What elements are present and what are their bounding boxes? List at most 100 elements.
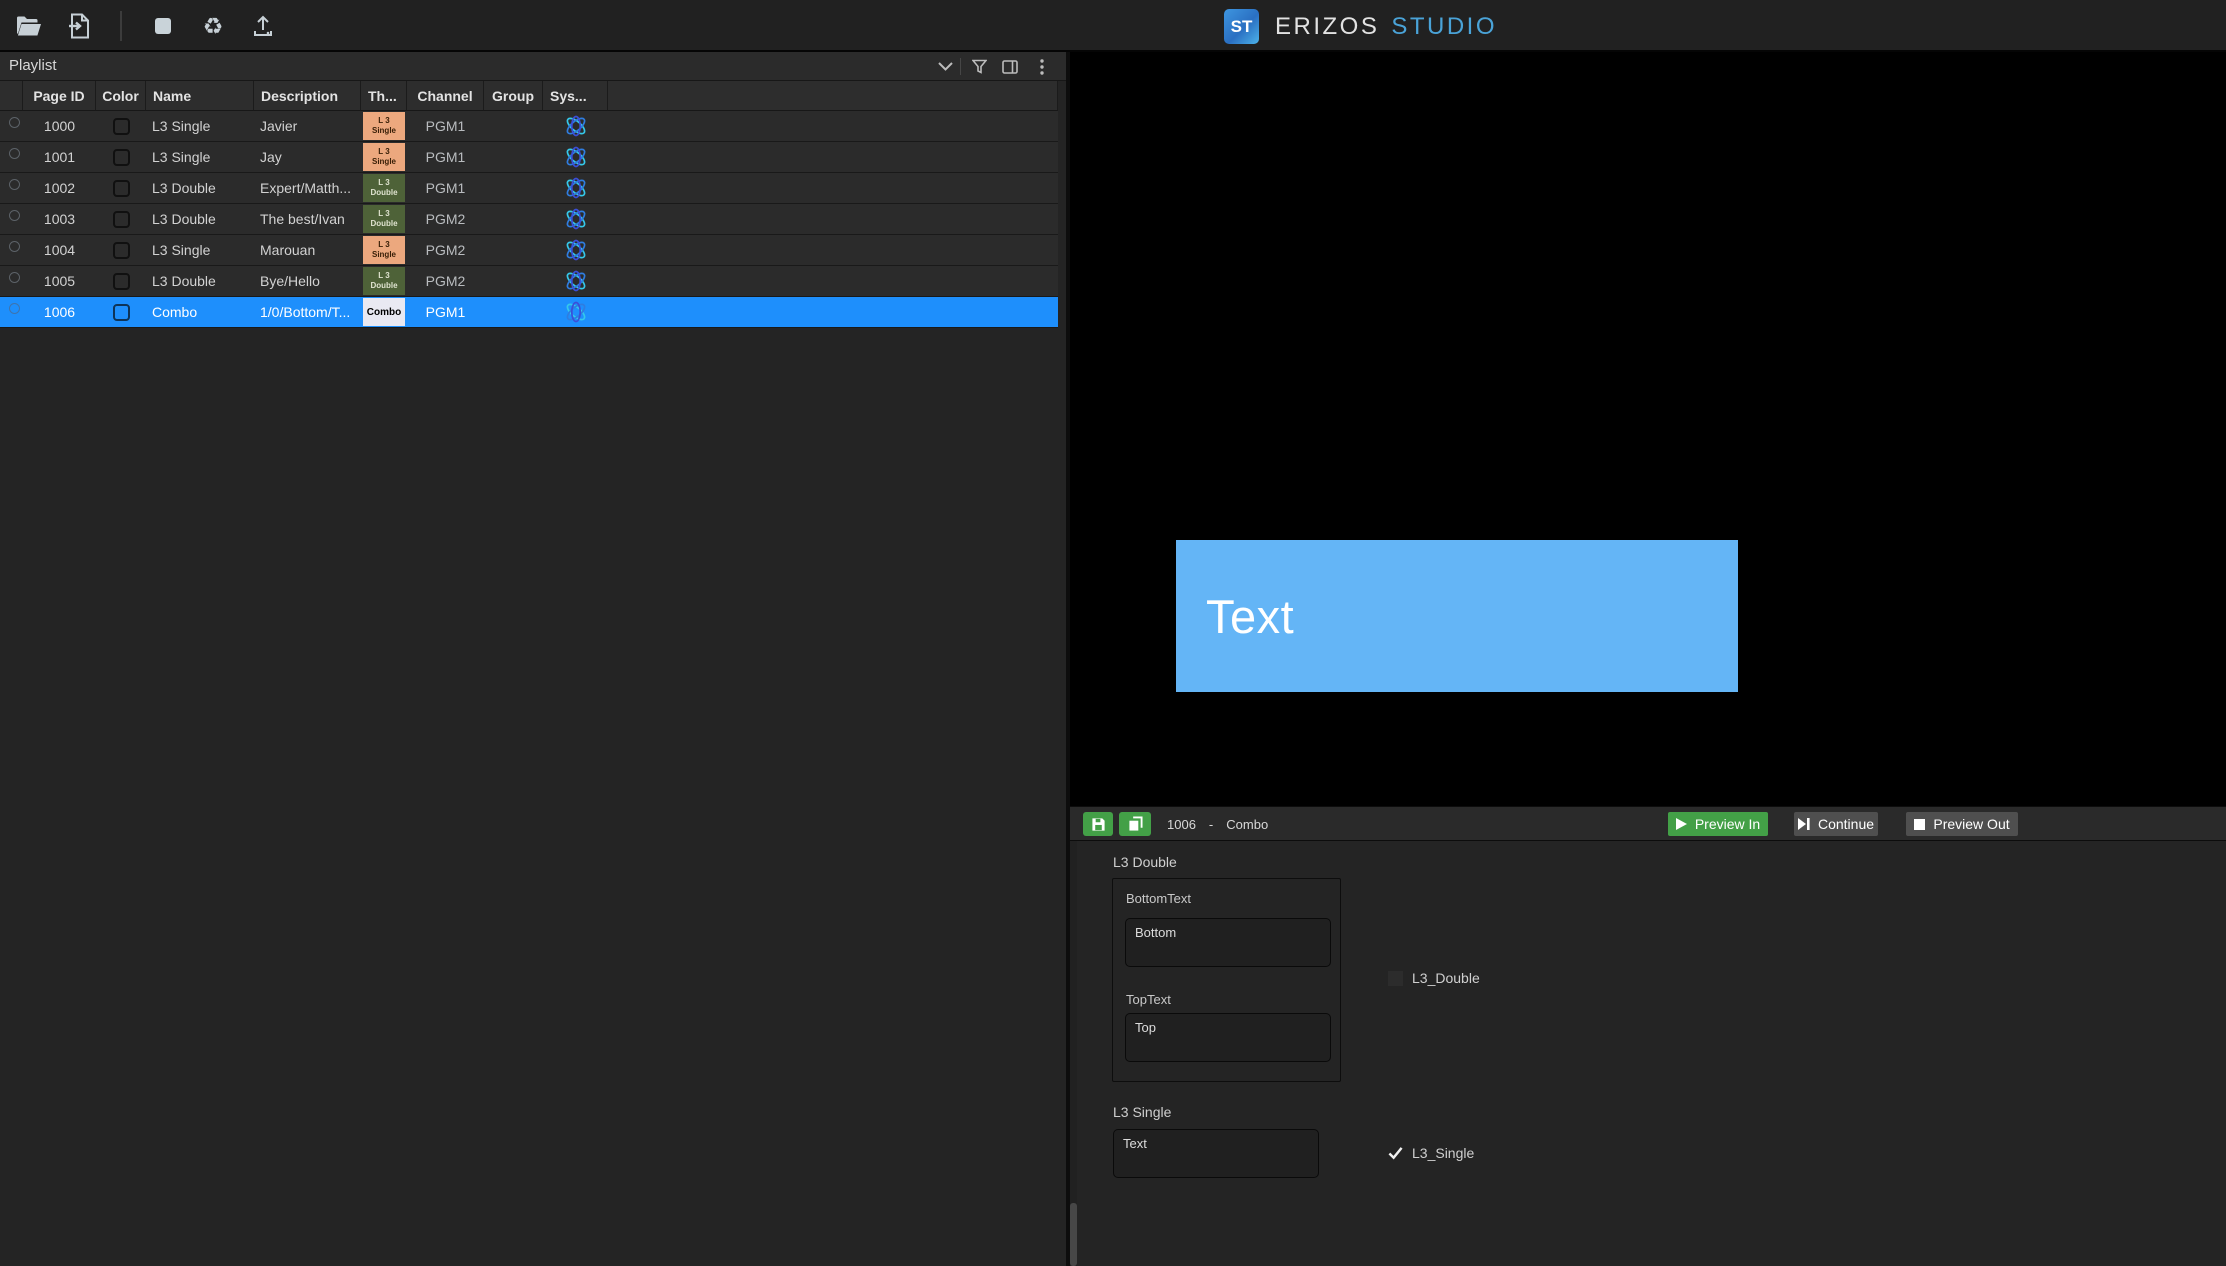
cell-thumbnail: L 3Single [361,235,407,265]
kebab-menu-icon[interactable] [1031,56,1053,77]
playlist-row[interactable]: 1001L3 SingleJayL 3SinglePGM1 [0,142,1058,173]
preview-out-button[interactable]: Preview Out [1906,812,2018,836]
cell-system [543,297,608,327]
l3-single-template-label: L3_Single [1412,1145,1474,1161]
playlist-title: Playlist [9,57,57,74]
cell-thumbnail: L 3Double [361,266,407,296]
cell-name: L3 Single [146,142,254,172]
cell-group [484,111,543,141]
column-header-name[interactable]: Name [146,81,254,111]
titlebar-divider [960,58,961,75]
playlist-row[interactable]: 1005L3 DoubleBye/HelloL 3DoublePGM2 [0,266,1058,297]
cell-thumbnail: L 3Single [361,111,407,141]
cell-name: L3 Double [146,266,254,296]
brand-product: STUDIO [1391,13,1497,41]
save-button[interactable] [1083,812,1113,836]
cell-description: Jay [254,142,361,172]
cell-description: Javier [254,111,361,141]
bottomtext-input[interactable]: Bottom [1125,918,1331,967]
column-header-group[interactable]: Group [484,81,543,111]
cell-name: L3 Single [146,235,254,265]
l3-single-template-row: L3_Single [1388,1144,1474,1162]
column-header-color[interactable]: Color [96,81,146,111]
template-thumbnail-badge: L 3Double [363,205,405,233]
row-radio[interactable] [9,117,20,128]
stop-icon [1914,819,1925,830]
column-header-channel[interactable]: Channel [407,81,484,111]
l3-double-checkbox[interactable] [1388,971,1403,986]
row-radio[interactable] [9,241,20,252]
column-header-page-id[interactable]: Page ID [23,81,96,111]
cell-system [543,266,608,296]
stop-icon[interactable] [148,11,178,41]
cell-system [543,111,608,141]
cell-page-id: 1006 [23,297,96,327]
cell-group [484,173,543,203]
playlist-row[interactable]: 1002L3 DoubleExpert/Matth...L 3DoublePGM… [0,173,1058,204]
section-title-l3-double: L3 Double [1113,854,1177,870]
side-panel-icon[interactable] [999,56,1021,77]
cell-name: L3 Double [146,204,254,234]
preview-canvas: Text [1070,52,2226,806]
playlist-row[interactable]: 1004L3 SingleMarouanL 3SinglePGM2 [0,235,1058,266]
erizos-studio-window: ♻ ST ERIZOS STUDIO Playlist [0,0,2226,1266]
l3-single-text-input[interactable]: Text [1113,1129,1319,1178]
publish-upload-icon[interactable] [248,11,278,41]
column-header-sys-[interactable]: Sys... [543,81,608,111]
column-header-selector[interactable] [0,81,23,111]
row-radio[interactable] [9,148,20,159]
row-radio[interactable] [9,272,20,283]
cell-channel: PGM1 [407,111,484,141]
cell-group [484,204,543,234]
save-as-copy-button[interactable] [1119,812,1151,836]
preview-in-button[interactable]: Preview In [1668,812,1768,836]
l3-double-template-row: L3_Double [1388,969,1480,987]
playlist-row[interactable]: 1003L3 DoubleThe best/IvanL 3DoublePGM2 [0,204,1058,235]
form-scrollbar[interactable] [1070,841,1077,1266]
cell-page-id: 1002 [23,173,96,203]
column-header-th-[interactable]: Th... [361,81,407,111]
row-color-checkbox[interactable] [113,273,130,290]
playlist-row[interactable]: 1000L3 SingleJavierL 3SinglePGM1 [0,111,1058,142]
toptext-input[interactable]: Top [1125,1013,1331,1062]
cell-filler [608,111,1058,141]
row-color-checkbox[interactable] [113,149,130,166]
id-name-separator: - [1209,817,1213,832]
cell-group [484,142,543,172]
row-color-checkbox[interactable] [113,304,130,321]
collapse-chevron-icon[interactable] [934,56,956,77]
row-color-checkbox[interactable] [113,211,130,228]
playlist-titlebar: Playlist [0,52,1066,81]
main-toolbar: ♻ [14,0,278,52]
current-page-indicator: 1006 - Combo [1167,807,1268,842]
recycle-icon[interactable]: ♻ [198,11,228,41]
editor-control-bar: 1006 - Combo Preview In Continue Preview… [1070,806,2226,841]
brand-name: ERIZOS [1275,13,1379,41]
open-folder-icon[interactable] [14,11,44,41]
row-radio[interactable] [9,303,20,314]
cell-page-id: 1001 [23,142,96,172]
row-radio[interactable] [9,179,20,190]
cell-group [484,297,543,327]
atom-icon [563,269,589,293]
row-color-checkbox[interactable] [113,242,130,259]
import-page-icon[interactable] [64,11,94,41]
atom-icon [563,207,589,231]
l3-single-checkbox[interactable] [1388,1146,1403,1161]
row-radio[interactable] [9,210,20,221]
editor-panel: Text 1006 - Combo [1070,52,2226,1266]
form-scrollbar-thumb[interactable] [1070,1203,1077,1266]
cell-page-id: 1005 [23,266,96,296]
row-color-checkbox[interactable] [113,180,130,197]
cell-row-selector [0,173,23,203]
filter-funnel-icon[interactable] [968,56,990,77]
column-header-description[interactable]: Description [254,81,361,111]
continue-button[interactable]: Continue [1794,812,1878,836]
cell-channel: PGM2 [407,266,484,296]
cell-filler [608,204,1058,234]
cell-group [484,235,543,265]
preview-out-label: Preview Out [1933,816,2009,832]
playlist-row[interactable]: 1006Combo1/0/Bottom/T...ComboPGM1 [0,297,1058,328]
cell-filler [608,235,1058,265]
row-color-checkbox[interactable] [113,118,130,135]
